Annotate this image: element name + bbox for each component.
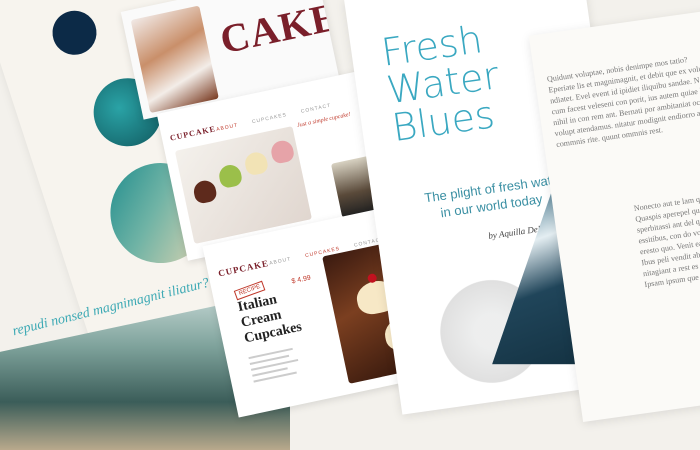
cake-logo: CAKE — [216, 0, 340, 63]
text-body-a: Quidunt voluptae, nobis denimpe mos tati… — [546, 55, 700, 150]
nav-cupcakes[interactable]: CUPCAKES — [252, 112, 288, 125]
nav-about[interactable]: ABOUT — [269, 256, 292, 266]
mid-heading: Just a simple cupcake! — [296, 111, 352, 129]
nav-contact[interactable]: CONTACT — [300, 103, 331, 115]
text-body-b: Nonecto aut te lam quae. Quaspis aperepe… — [633, 192, 700, 290]
nav-about[interactable]: ABOUT — [216, 122, 239, 132]
navy-circle — [46, 5, 103, 61]
poster-title: Fresh Water Blues — [379, 17, 506, 150]
cupcake-logo: CUPCAKE — [217, 258, 270, 279]
cupcake-logo: CUPCAKE — [169, 124, 217, 143]
cupcake-photo — [130, 5, 219, 114]
price-label: $ 4.99 — [291, 274, 312, 286]
